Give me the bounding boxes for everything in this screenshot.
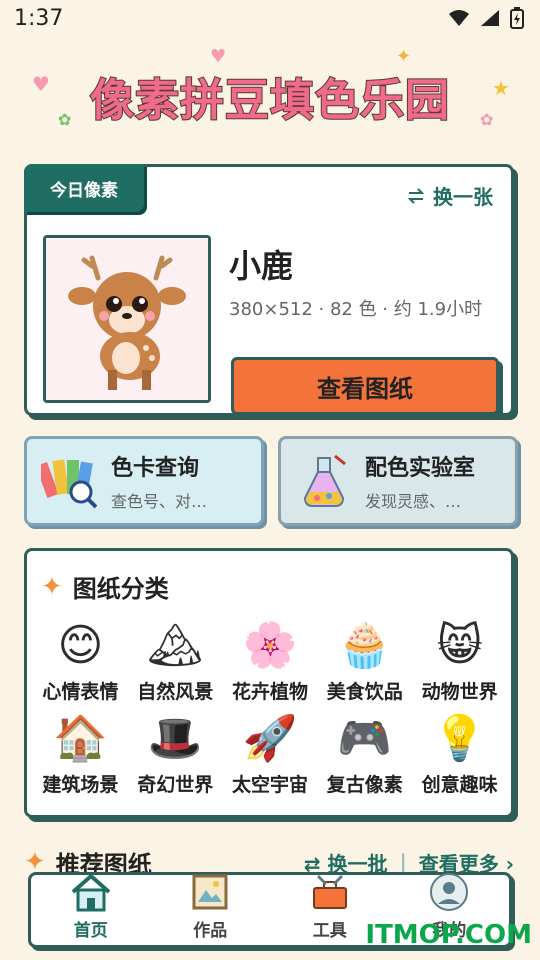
category-label: 创意趣味 xyxy=(421,774,498,796)
category-item-nature[interactable]: 🏔 自然风景 xyxy=(128,617,223,704)
status-icons xyxy=(448,7,524,29)
flower-icon: ✿ xyxy=(480,110,494,129)
sprout-icon: ✿ xyxy=(58,110,72,129)
category-label: 动物世界 xyxy=(421,681,498,703)
category-item-retro[interactable]: 🎮 复古像素 xyxy=(317,710,412,797)
category-label: 复古像素 xyxy=(326,774,403,796)
category-label: 心情表情 xyxy=(42,681,119,703)
app-title-text: 像素拼豆填色乐园 xyxy=(89,74,450,127)
wifi-icon xyxy=(449,10,469,26)
swap-button[interactable]: 换一张 xyxy=(407,181,493,210)
battery-icon xyxy=(510,7,524,29)
category-card: ✦ 图纸分类 😊 心情表情 🏔 自然风景 🌸 花卉植物 🧁 美食饮品 😸 动物世… xyxy=(24,548,514,818)
status-time: 1:37 xyxy=(14,5,64,31)
lightbulb-icon: 💡 xyxy=(432,713,487,764)
category-title: 图纸分类 xyxy=(72,575,169,603)
watermark: ITMOP.COM xyxy=(365,920,532,950)
color-lab-button[interactable]: 配色实验室 发现灵感、… xyxy=(278,436,518,526)
status-bar: 1:37 xyxy=(0,0,540,36)
deer-image xyxy=(46,238,208,400)
sparkle-icon: ✦ xyxy=(396,46,412,67)
nav-label: 首页 xyxy=(73,921,108,941)
category-item-food[interactable]: 🧁 美食饮品 xyxy=(317,617,412,704)
category-item-creative[interactable]: 💡 创意趣味 xyxy=(412,710,507,797)
home-icon xyxy=(71,873,111,912)
signal-icon xyxy=(481,10,499,26)
category-label: 自然风景 xyxy=(137,681,214,703)
category-item-flowers[interactable]: 🌸 花卉植物 xyxy=(223,617,318,704)
pattern-meta: 380×512 · 82 色 · 约 1.9小时 xyxy=(229,299,483,320)
category-label: 美食饮品 xyxy=(326,681,403,703)
cat-face-icon: 😸 xyxy=(436,619,483,671)
game-console-icon: 🎮 xyxy=(337,713,393,764)
color-card-lookup-button[interactable]: 色卡查询 查色号、对… xyxy=(24,436,264,526)
potion-flask-icon xyxy=(303,454,346,507)
tool-title: 色卡查询 xyxy=(111,456,200,481)
wizard-hat-icon: 🎩 xyxy=(147,713,203,764)
nav-label: 工具 xyxy=(312,921,347,941)
heart-icon: ♥ xyxy=(210,46,227,67)
category-label: 奇幻世界 xyxy=(137,774,214,796)
swap-icon xyxy=(407,187,425,204)
sparkle-icon: ✦ xyxy=(41,571,63,602)
category-item-buildings[interactable]: 🏠 建筑场景 xyxy=(33,710,128,797)
category-label: 太空宇宙 xyxy=(231,774,308,796)
tool-title: 配色实验室 xyxy=(365,456,476,481)
swap-label: 换一张 xyxy=(433,185,493,209)
toolbox-icon xyxy=(312,874,347,909)
category-section-title: ✦ 图纸分类 xyxy=(41,569,169,604)
category-item-space[interactable]: 🚀 太空宇宙 xyxy=(223,710,318,797)
deer-thumbnail[interactable] xyxy=(43,235,211,403)
category-item-fantasy[interactable]: 🎩 奇幻世界 xyxy=(128,710,223,797)
house-icon: 🏠 xyxy=(52,713,108,764)
category-item-animals[interactable]: 😸 动物世界 xyxy=(412,617,507,704)
flower-icon: 🌸 xyxy=(242,620,298,671)
view-pattern-button[interactable]: 查看图纸 xyxy=(231,357,499,415)
app-title: 像素拼豆填色乐园 xyxy=(89,64,450,128)
heart-icon: ♥ xyxy=(32,72,50,96)
today-badge: 今日像素 xyxy=(24,164,144,212)
nav-works[interactable]: 作品 xyxy=(160,870,260,941)
category-grid: 😊 心情表情 🏔 自然风景 🌸 花卉植物 🧁 美食饮品 😸 动物世界 🏠 建筑场… xyxy=(33,617,507,797)
tool-subtitle: 查色号、对… xyxy=(111,492,208,511)
picture-frame-icon xyxy=(192,874,228,910)
star-icon: ★ xyxy=(492,76,510,100)
category-item-mood[interactable]: 😊 心情表情 xyxy=(33,617,128,704)
category-label: 花卉植物 xyxy=(231,681,308,703)
nav-home[interactable]: 首页 xyxy=(41,870,141,941)
rocket-icon: 🚀 xyxy=(242,713,298,764)
today-pixel-card: 今日像素 换一张 小鹿 380×512 · 82 色 · 约 1.9小时 查看图… xyxy=(24,164,514,416)
tool-subtitle: 发现灵感、… xyxy=(365,492,462,511)
emoji-face-icon: 😊 xyxy=(57,619,104,671)
nav-label: 作品 xyxy=(193,921,228,941)
pattern-name: 小鹿 xyxy=(229,247,294,285)
app-title-banner: ♥ ✿ ♥ ✦ ★ ✿ 像素拼豆填色乐园 xyxy=(20,46,520,140)
mountain-tree-icon: 🏔 xyxy=(147,620,204,671)
color-swatch-icon xyxy=(41,459,98,509)
avatar-icon xyxy=(430,873,469,911)
cupcake-icon: 🧁 xyxy=(337,620,393,671)
category-label: 建筑场景 xyxy=(42,774,119,796)
